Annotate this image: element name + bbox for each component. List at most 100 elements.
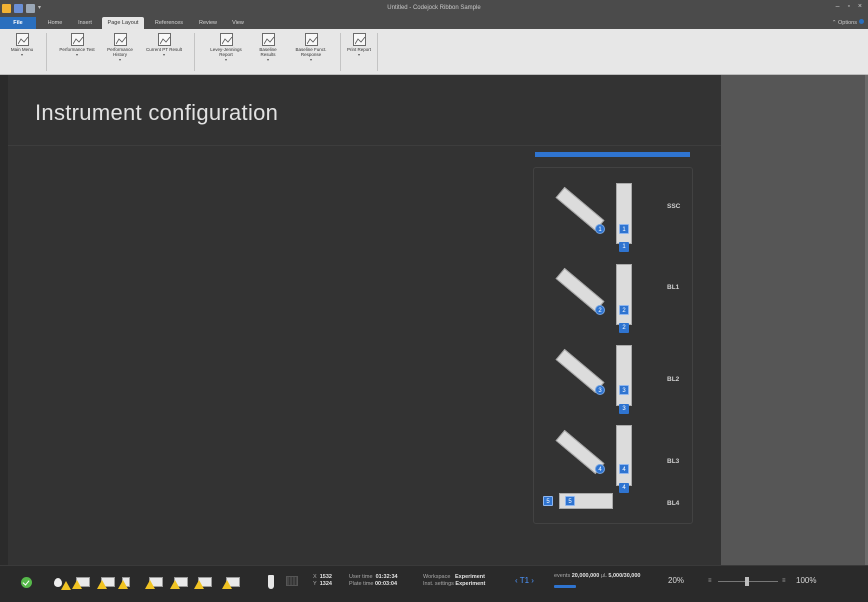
performance-test-button[interactable]: Performance Test ▾ bbox=[57, 33, 97, 73]
filter-4[interactable] bbox=[616, 425, 632, 486]
mirror-badge-3: 3 bbox=[595, 385, 605, 395]
filter-sub-badge-3: 3 bbox=[619, 404, 629, 414]
ribbon: Main Menu ▾ Performance Test ▾ Performan… bbox=[0, 29, 868, 75]
tab-references[interactable]: References bbox=[148, 17, 190, 29]
tab-insert[interactable]: Insert bbox=[70, 17, 100, 29]
inst-settings-label: Inst. settings bbox=[423, 581, 454, 587]
y-label: Y bbox=[313, 581, 317, 587]
detector-label-bl2: BL2 bbox=[667, 376, 680, 383]
workspace-label: Workspace bbox=[423, 574, 451, 580]
filter-badge-2: 2 bbox=[619, 305, 629, 315]
detector-label-ssc: SSC bbox=[667, 203, 681, 210]
tube-navigator[interactable]: ‹ T1 › bbox=[515, 576, 534, 585]
warning-icon bbox=[145, 580, 155, 589]
chevron-down-icon: ▾ bbox=[266, 57, 269, 62]
tab-home[interactable]: Home bbox=[40, 17, 70, 29]
bl4-badge-right: 5 bbox=[565, 496, 575, 506]
events-value: 20,000,000 bbox=[571, 573, 600, 579]
chevron-down-icon: ▾ bbox=[357, 52, 360, 57]
tab-view[interactable]: View bbox=[225, 17, 251, 29]
sample-drop-icon[interactable] bbox=[53, 574, 73, 590]
baseline-results-button[interactable]: Baseline Results ▾ bbox=[253, 33, 283, 73]
bl4-badge-left: 5 bbox=[543, 496, 553, 506]
acquisition-percent: 20% bbox=[668, 576, 685, 585]
zoom-out-icon[interactable]: ≡ bbox=[708, 578, 713, 584]
title-bar: ▾ Untitled - Codejock Ribbon Sample – ▫ … bbox=[0, 0, 868, 17]
ribbon-separator bbox=[46, 33, 47, 71]
baseline-funct-response-label: Baseline Funct. Response bbox=[295, 47, 327, 57]
tab-review[interactable]: Review bbox=[193, 17, 223, 29]
chart-icon bbox=[70, 33, 84, 46]
mirror-badge-1: 1 bbox=[595, 224, 605, 234]
performance-history-button[interactable]: Performance History ▾ bbox=[100, 33, 140, 73]
chevron-down-icon: ▾ bbox=[20, 52, 23, 57]
x-label: X bbox=[313, 574, 317, 580]
plate-warning-icon[interactable] bbox=[97, 574, 117, 590]
page-title: Instrument configuration bbox=[35, 100, 279, 125]
tab-file[interactable]: File bbox=[0, 17, 36, 29]
warning-icon bbox=[61, 581, 71, 590]
levey-jennings-report-label: Levey-Jennings Report bbox=[210, 47, 242, 57]
window-title: Untitled - Codejock Ribbon Sample bbox=[387, 5, 481, 11]
plate-warning-icon[interactable] bbox=[145, 574, 165, 590]
status-ok-icon bbox=[21, 577, 32, 588]
user-time-value: 01:32:34 bbox=[375, 574, 398, 580]
window-controls[interactable]: – ▫ × bbox=[836, 3, 865, 10]
plate-warning-icon[interactable] bbox=[222, 574, 242, 590]
help-icon[interactable] bbox=[859, 19, 864, 24]
left-strip bbox=[0, 75, 8, 565]
mirror-badge-4: 4 bbox=[595, 464, 605, 474]
chart-icon bbox=[219, 33, 233, 46]
baseline-funct-response-button[interactable]: Baseline Funct. Response ▾ bbox=[288, 33, 334, 73]
print-report-button[interactable]: Print Report ▾ bbox=[346, 33, 372, 73]
tube-icon[interactable] bbox=[268, 575, 274, 589]
plate-warning-icon[interactable] bbox=[170, 574, 190, 590]
chevron-down-icon: ▾ bbox=[309, 57, 312, 62]
filter-sub-badge-1: 1 bbox=[619, 242, 629, 252]
plate-warning-icon[interactable] bbox=[72, 574, 92, 590]
detector-label-bl1: BL1 bbox=[667, 284, 680, 291]
events-label: events bbox=[554, 573, 571, 579]
warning-icon bbox=[72, 580, 82, 589]
plate-warning-icon[interactable] bbox=[194, 574, 214, 590]
chart-icon bbox=[352, 33, 366, 46]
detector-label-bl4: BL4 bbox=[667, 500, 680, 507]
filter-sub-badge-2: 2 bbox=[619, 323, 629, 333]
x-value: 1532 bbox=[319, 574, 332, 580]
y-value: 1324 bbox=[319, 581, 332, 587]
chart-icon bbox=[261, 33, 275, 46]
chevron-down-icon: ▾ bbox=[224, 57, 227, 62]
chart-icon bbox=[15, 33, 29, 46]
acquisition-progress-bar bbox=[554, 585, 576, 588]
plate-warning-icon[interactable] bbox=[118, 574, 138, 590]
zoom-slider-thumb[interactable] bbox=[745, 577, 749, 586]
chevron-down-icon: ▾ bbox=[75, 52, 78, 57]
acquisition-readout: events 20,000,000 µL 5,000/30,000 bbox=[554, 573, 641, 580]
workspace-readout: Workspace Experiment Inst. settings Expe… bbox=[423, 574, 485, 588]
filter-badge-1: 1 bbox=[619, 224, 629, 234]
plate-time-label: Plate time bbox=[349, 581, 374, 587]
user-time-label: User time bbox=[349, 574, 373, 580]
volume-unit: µL bbox=[600, 573, 607, 579]
levey-jennings-report-button[interactable]: Levey-Jennings Report ▾ bbox=[203, 33, 249, 73]
plate-grid-icon[interactable] bbox=[286, 576, 298, 586]
coords-readout: X 1532 Y 1324 bbox=[313, 574, 332, 588]
options-menu[interactable]: ⌃ Options bbox=[832, 17, 868, 29]
zoom-in-icon[interactable]: ≡ bbox=[782, 578, 787, 584]
config-header-bar bbox=[535, 152, 690, 157]
chevron-down-icon: ▾ bbox=[118, 57, 121, 62]
filter-3[interactable] bbox=[616, 345, 632, 406]
ribbon-tabs: File Home Insert Page Layout References … bbox=[0, 17, 868, 29]
detector-label-bl3: BL3 bbox=[667, 458, 680, 465]
workspace-value: Experiment bbox=[455, 574, 485, 580]
instrument-config-panel: 1 1 1 SSC 2 2 2 BL1 3 3 3 BL2 4 4 4 BL3 … bbox=[533, 167, 693, 524]
warning-icon bbox=[170, 580, 180, 589]
main-menu-button[interactable]: Main Menu ▾ bbox=[10, 33, 34, 73]
inst-settings-value: Experiment bbox=[455, 581, 486, 587]
ribbon-separator bbox=[340, 33, 341, 71]
mirror-badge-2: 2 bbox=[595, 305, 605, 315]
tab-page-layout[interactable]: Page Layout bbox=[102, 17, 144, 29]
current-pt-result-button[interactable]: Current PT Result ▾ bbox=[145, 33, 183, 73]
chart-icon bbox=[304, 33, 318, 46]
chart-icon bbox=[157, 33, 171, 46]
